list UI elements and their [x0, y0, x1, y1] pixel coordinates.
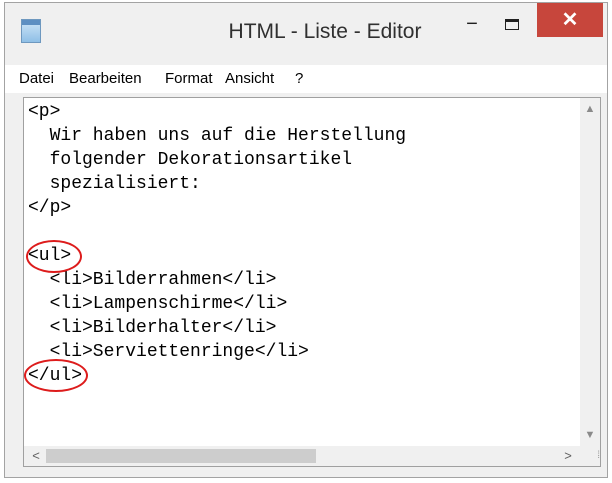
text-editor[interactable]: <p> Wir haben uns auf die Herstellung fo…: [23, 97, 601, 467]
scroll-right-icon[interactable]: >: [558, 446, 578, 466]
code-line: <li>Lampenschirme</li>: [28, 294, 288, 314]
code-line: </p>: [28, 198, 72, 218]
editor-window: HTML - Liste - Editor − ✕ Datei Bearbeit…: [4, 2, 608, 478]
highlight-ul-open: [26, 240, 82, 273]
title-bar[interactable]: HTML - Liste - Editor − ✕: [5, 3, 607, 61]
menu-ansicht[interactable]: Ansicht: [225, 69, 274, 89]
notepad-icon[interactable]: [21, 19, 41, 43]
menu-format[interactable]: Format: [165, 69, 213, 89]
code-line: Wir haben uns auf die Herstellung: [28, 126, 407, 146]
scroll-up-icon[interactable]: ▲: [580, 100, 600, 118]
menu-bar: Datei Bearbeiten Format Ansicht ?: [5, 65, 607, 93]
scroll-down-icon[interactable]: ▼: [580, 426, 600, 444]
menu-bearbeiten[interactable]: Bearbeiten: [69, 69, 142, 89]
menu-datei[interactable]: Datei: [19, 69, 54, 89]
minimize-button[interactable]: −: [457, 11, 487, 41]
resize-grip-icon[interactable]: ⁞: [580, 446, 600, 466]
window-title: HTML - Liste - Editor: [228, 20, 422, 43]
close-button[interactable]: ✕: [537, 3, 603, 37]
scroll-left-icon[interactable]: <: [26, 446, 46, 466]
code-line: spezialisiert:: [28, 174, 201, 194]
horizontal-scrollbar[interactable]: < >: [24, 446, 580, 466]
text-area[interactable]: <p> Wir haben uns auf die Herstellung fo…: [24, 98, 580, 446]
code-line: folgender Dekorationsartikel: [28, 150, 353, 170]
code-line: <p>: [28, 102, 61, 122]
maximize-button[interactable]: [497, 11, 527, 41]
vertical-scrollbar[interactable]: ▲ ▼: [580, 98, 600, 446]
code-line: <li>Bilderhalter</li>: [28, 318, 277, 338]
highlight-ul-close: [24, 359, 88, 392]
menu-help[interactable]: ?: [295, 69, 303, 89]
horizontal-scroll-thumb[interactable]: [46, 449, 316, 463]
